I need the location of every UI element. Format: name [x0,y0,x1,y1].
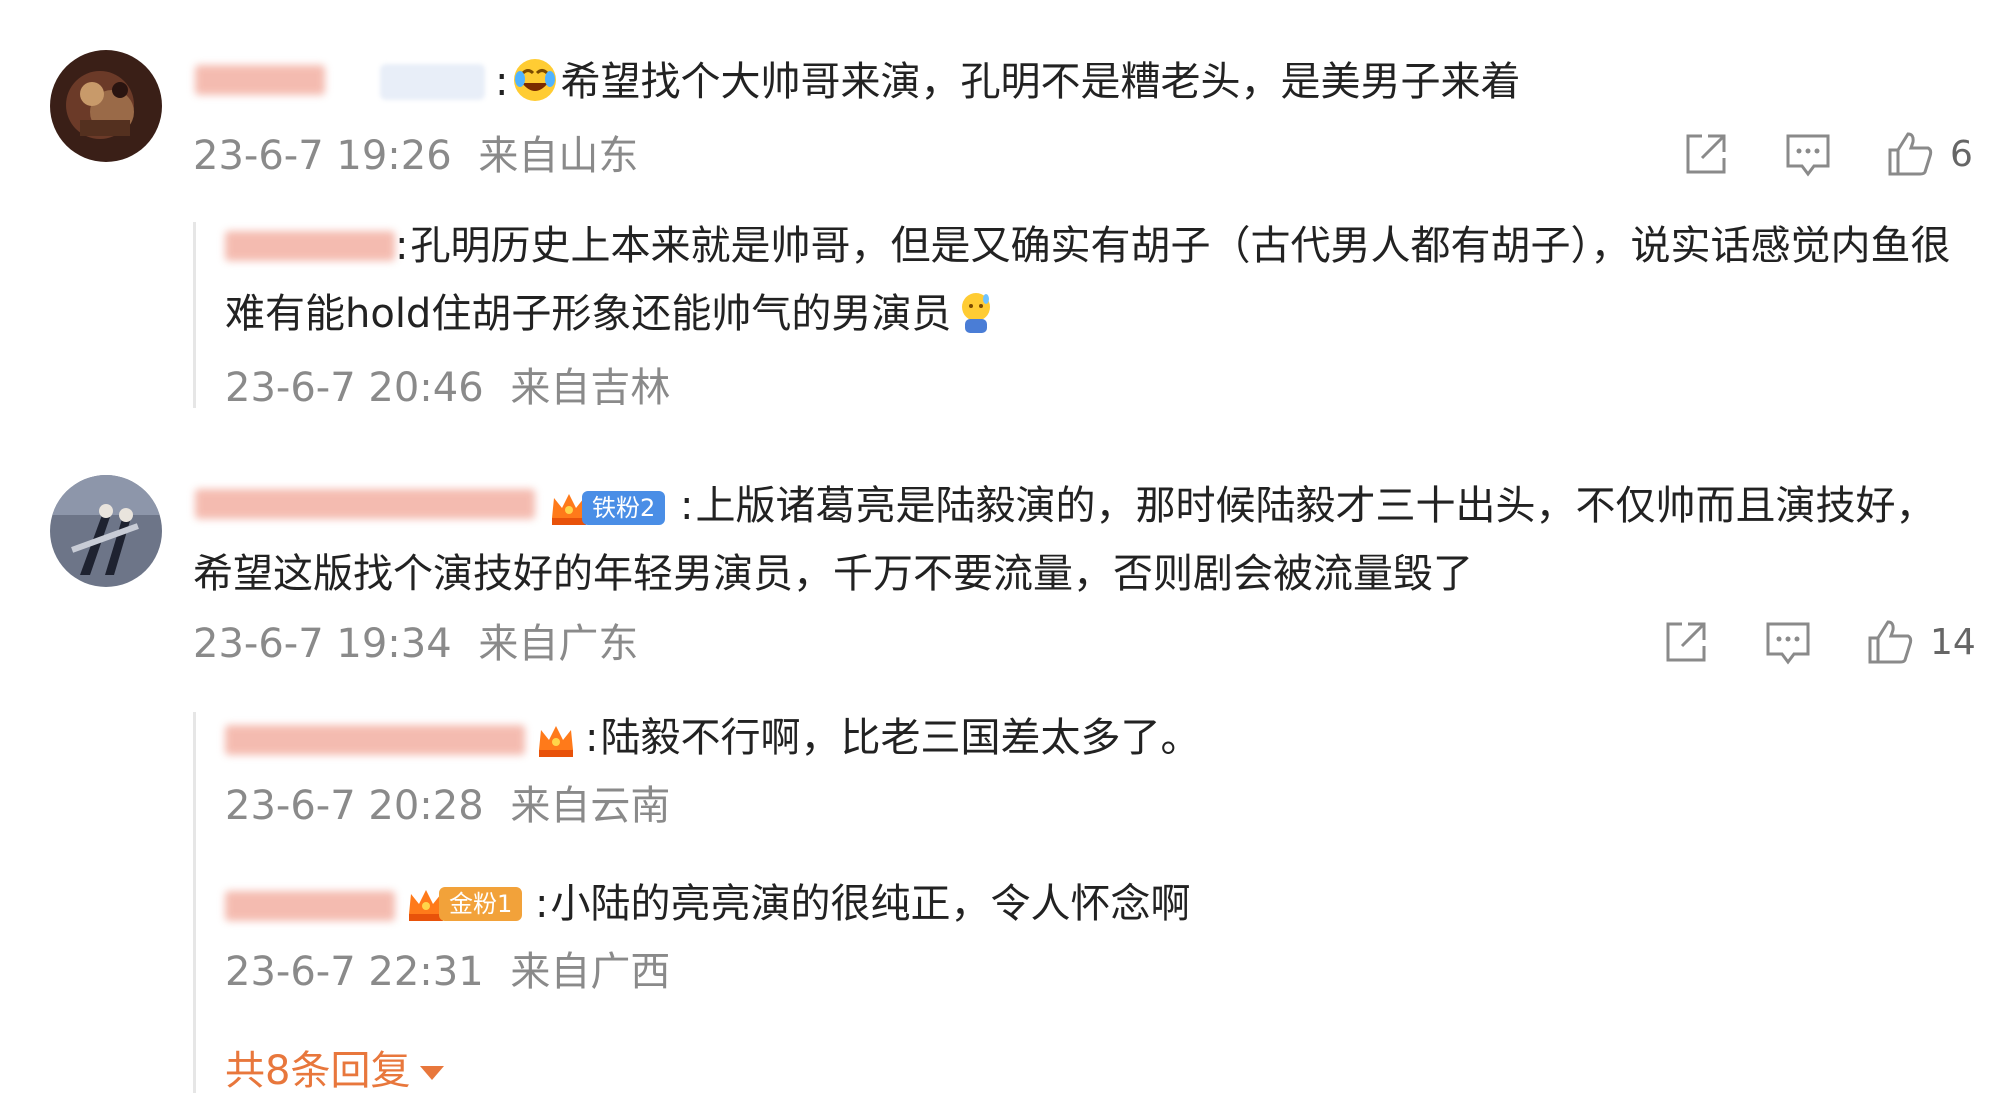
comment-date: 23-6-7 19:26 [193,133,452,179]
reply-text: :孔明历史上本来就是帅哥，但是又确实有胡子（古代男人都有胡子），说实话感觉内鱼很… [225,223,1951,337]
reply-meta: 23-6-7 20:46 来自吉林 [225,364,670,412]
comment-actions: 14 [1660,616,1976,668]
reply-date: 23-6-7 20:46 [225,365,484,411]
username-blurred[interactable] [225,722,525,762]
laugh-cry-emoji [512,57,558,103]
caret-down-icon [420,1066,445,1080]
comment-section: : 希望找个大帅哥来演，孔明不是糟老头，是美男子来着 23-6-7 19:26 … [0,0,2000,1093]
share-icon[interactable] [1660,616,1712,668]
comment-location: 来自广东 [478,621,639,667]
comment-text: :上版诸葛亮是陆毅演的，那时候陆毅才三十出头，不仅帅而且演技好，希望这版找个演技… [193,483,1936,597]
comment-meta: 23-6-7 19:34 来自广东 [193,620,638,668]
reply-location: 来自吉林 [510,365,671,411]
reply-date: 23-6-7 22:31 [225,949,484,995]
avatar[interactable] [50,50,162,162]
more-replies-link[interactable]: 共8条回复 [225,1038,445,1093]
avatar[interactable] [50,475,162,587]
comment-icon[interactable] [1762,616,1814,668]
reply-thread [193,712,196,1093]
comment-actions: 6 [1680,128,1973,180]
comment-icon[interactable] [1782,128,1834,180]
username-blurred-tail [380,64,485,100]
reply-thread [193,222,196,408]
fan-badge[interactable] [535,720,577,760]
fan-badge[interactable]: 金粉1 [405,884,523,924]
reply-date: 23-6-7 20:28 [225,783,484,829]
reply-location: 来自云南 [510,783,671,829]
reply-text: :陆毅不行啊，比老三国差太多了。 [585,715,1201,761]
like-icon[interactable] [1884,128,1936,180]
crown-badge-icon [539,726,573,757]
comment-location: 来自山东 [478,133,639,179]
comment-text: : 希望找个大帅哥来演，孔明不是糟老头，是美男子来着 [495,57,1521,105]
sweat-emoji [953,289,999,335]
like-count: 14 [1930,621,1976,663]
share-icon[interactable] [1680,128,1732,180]
reply-location: 来自广西 [510,949,671,995]
reply-text: :小陆的亮亮演的很纯正，令人怀念啊 [535,881,1191,927]
like-count: 6 [1950,133,1973,175]
comment-date: 23-6-7 19:34 [193,621,452,667]
comment-meta: 23-6-7 19:26 来自山东 [193,132,638,180]
reply-meta: 23-6-7 22:31 来自广西 [225,948,670,996]
fan-badge-label: 金粉1 [439,887,523,921]
username-blurred[interactable] [225,888,395,928]
like-icon[interactable] [1864,616,1916,668]
reply-meta: 23-6-7 20:28 来自云南 [225,782,670,830]
